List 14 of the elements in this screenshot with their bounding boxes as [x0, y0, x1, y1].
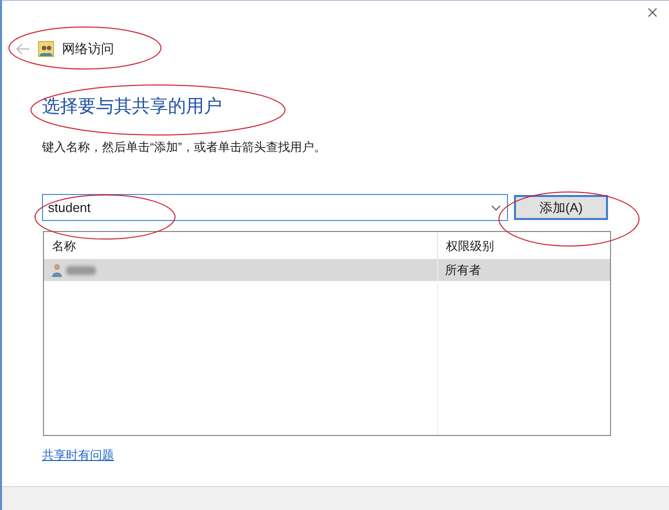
window-title: 网络访问	[62, 40, 114, 58]
permission-cell-text: 所有者	[444, 262, 482, 279]
users-icon	[38, 41, 54, 57]
user-icon	[52, 263, 62, 277]
dropdown-chevron-icon[interactable]	[491, 205, 501, 211]
page-heading: 选择要与其共享的用户	[42, 95, 223, 118]
column-header[interactable]: 名称	[44, 236, 437, 254]
help-link[interactable]: 共享时有问题	[42, 446, 114, 464]
name-combo-field[interactable]: student	[42, 194, 508, 221]
instruction-text: 键入名称，然后单击“添加”，或者单击箭头查找用户。	[42, 139, 327, 156]
add-button[interactable]: 添加(A)	[514, 195, 608, 220]
close-icon[interactable]	[648, 8, 657, 17]
user-row[interactable]: 所有者	[44, 259, 610, 281]
blurred-name	[66, 266, 96, 274]
